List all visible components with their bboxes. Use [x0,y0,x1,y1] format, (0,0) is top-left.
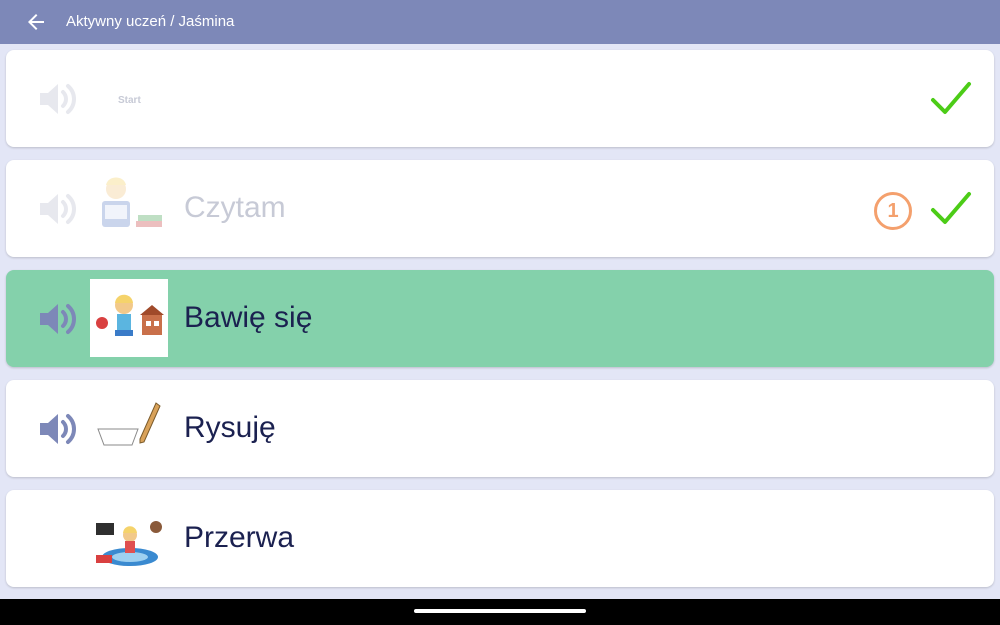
activity-label: Przerwa [184,521,295,554]
system-navigation-bar [0,599,1000,625]
playing-picture [90,279,168,357]
activity-label: Start [118,95,141,106]
break-picture [90,499,168,577]
activity-row-start[interactable]: Start [6,50,994,147]
page-title: Aktywny uczeń / Jaśmina [66,13,235,30]
speaker-icon[interactable] [38,300,78,338]
checkmark-icon [931,192,971,224]
activity-label: Bawię się [184,301,313,334]
activity-label: Czytam [184,191,286,224]
back-arrow-icon[interactable] [24,10,48,34]
checkmark-icon [931,82,971,114]
activity-row-bawie-sie[interactable]: Bawię się [6,270,994,367]
speaker-icon[interactable] [38,410,78,448]
home-indicator[interactable] [414,609,586,613]
app-header: Aktywny uczeń / Jaśmina [0,0,1000,44]
activity-label: Rysuję [184,411,276,444]
activity-row-rysuje[interactable]: Rysuję [6,380,994,477]
activity-row-czytam[interactable]: Czytam 1 [6,160,994,257]
activity-row-przerwa[interactable]: Przerwa [6,490,994,587]
speaker-icon[interactable] [38,80,78,118]
completion-count-badge: 1 [874,192,912,230]
drawing-picture [90,389,168,467]
speaker-icon[interactable] [38,190,78,228]
reading-picture [90,169,168,247]
